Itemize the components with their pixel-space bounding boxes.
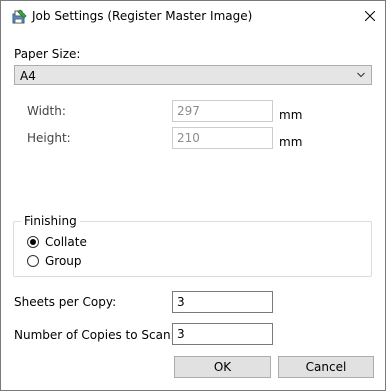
sheets-per-copy-label: Sheets per Copy: [14, 295, 117, 309]
collate-label: Collate [45, 235, 87, 249]
close-button[interactable] [355, 1, 385, 31]
paper-size-value: A4 [20, 69, 36, 83]
cancel-button[interactable]: Cancel [278, 356, 374, 378]
collate-option[interactable]: Collate [27, 235, 87, 249]
title-bar: Job Settings (Register Master Image) [1, 1, 385, 33]
close-icon [365, 11, 375, 21]
height-field[interactable]: 210 [172, 127, 273, 149]
group-radio[interactable] [27, 255, 39, 267]
window-title: Job Settings (Register Master Image) [32, 9, 253, 23]
group-label: Group [45, 254, 82, 268]
ok-button[interactable]: OK [174, 356, 271, 378]
width-label: Width: [27, 104, 66, 118]
height-unit: mm [279, 135, 303, 149]
height-label: Height: [27, 131, 71, 145]
job-settings-icon [12, 9, 27, 24]
copies-to-scan-label: Number of Copies to Scan: [14, 328, 175, 342]
width-unit: mm [279, 108, 303, 122]
finishing-group [13, 221, 372, 277]
paper-size-label: Paper Size: [14, 47, 81, 61]
width-field[interactable]: 297 [172, 100, 273, 122]
collate-radio[interactable] [27, 236, 39, 248]
group-option[interactable]: Group [27, 254, 82, 268]
finishing-legend: Finishing [21, 214, 80, 228]
copies-to-scan-field[interactable]: 3 [172, 323, 273, 345]
chevron-down-icon [357, 72, 365, 78]
sheets-per-copy-field[interactable]: 3 [172, 291, 273, 313]
paper-size-dropdown[interactable]: A4 [14, 65, 372, 85]
job-settings-dialog: Job Settings (Register Master Image) Pap… [0, 0, 386, 391]
